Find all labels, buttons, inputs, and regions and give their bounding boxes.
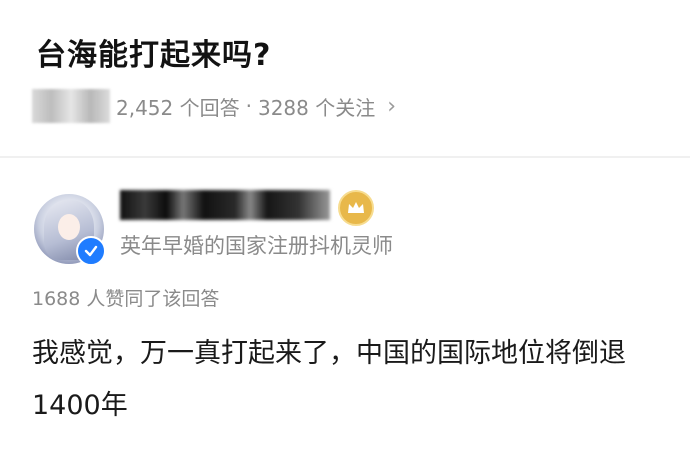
- question-meta[interactable]: 2,452 个回答 · 3288 个关注 ›: [32, 88, 396, 124]
- crown-icon: [348, 202, 364, 213]
- answers-count: 2,452 个回答: [116, 95, 240, 120]
- verified-icon: [76, 236, 106, 266]
- meta-separator: ·: [245, 94, 252, 118]
- blurred-topic: [32, 89, 110, 123]
- question-header: 台海能打起来吗? 2,452 个回答 · 3288 个关注 ›: [0, 0, 690, 156]
- answer-card: 英年早婚的国家注册抖机灵师 1688 人赞同了该回答 我感觉，万一真打起来了，中…: [0, 160, 690, 462]
- followers-count: 3288 个关注: [257, 95, 376, 120]
- avatar-face: [58, 214, 80, 240]
- chevron-right-icon[interactable]: ›: [387, 94, 396, 119]
- answer-content[interactable]: 我感觉，万一真打起来了，中国的国际地位将倒退1400年: [32, 328, 672, 432]
- section-divider: [0, 156, 690, 158]
- like-count: 1688 人赞同了该回答: [32, 288, 220, 310]
- question-title[interactable]: 台海能打起来吗?: [36, 30, 271, 74]
- author-bio: 英年早婚的国家注册抖机灵师: [120, 234, 393, 258]
- blurred-author-name[interactable]: [120, 190, 330, 220]
- checkmark-icon: [84, 245, 98, 257]
- crown-badge-icon[interactable]: [338, 190, 374, 226]
